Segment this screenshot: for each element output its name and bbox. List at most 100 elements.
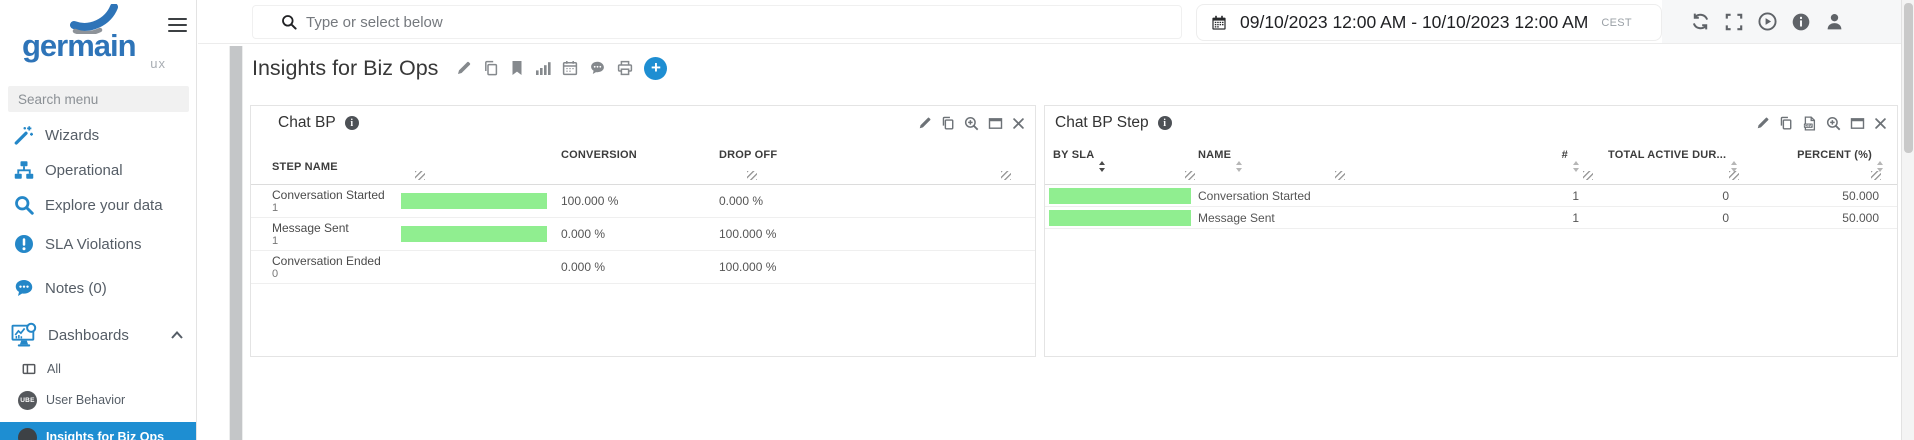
percent-value: 50.000: [1745, 189, 1897, 203]
print-icon[interactable]: [617, 60, 633, 76]
edit-pencil-icon[interactable]: [456, 60, 472, 76]
germain-logo[interactable]: germain ux: [16, 4, 168, 76]
bookmark-icon[interactable]: [510, 60, 524, 76]
zoom-in-icon[interactable]: [964, 116, 979, 131]
funnel-bar: [401, 193, 547, 209]
hamburger-menu-icon[interactable]: [168, 18, 187, 33]
refresh-icon[interactable]: [1691, 12, 1710, 31]
scrollbar-thumb[interactable]: [1904, 3, 1913, 153]
sidebar-item-operational[interactable]: Operational: [0, 155, 196, 185]
page-title-toolbar: +: [456, 57, 667, 80]
sidebar-item-sla-violations[interactable]: SLA Violations: [0, 229, 196, 259]
global-search[interactable]: [252, 5, 1182, 39]
play-circle-icon[interactable]: [1758, 12, 1777, 31]
column-header-conversion[interactable]: CONVERSION: [559, 149, 719, 184]
app-window: germain ux Wizards Operational Explore y…: [0, 0, 1914, 440]
conversion-value: 0.000 %: [559, 227, 719, 241]
search-icon: [281, 14, 297, 30]
info-circle-icon[interactable]: [1792, 13, 1810, 31]
page-title: Insights for Biz Ops: [252, 56, 438, 81]
total-active-dur-value: 0: [1595, 189, 1745, 203]
sidebar-item-dashboards-insights-active[interactable]: Insights for Biz Ops: [0, 422, 196, 440]
content-scrollbar[interactable]: [229, 46, 243, 440]
sort-icon: [1236, 149, 1242, 184]
sidebar-item-dashboards[interactable]: Dashboards: [0, 316, 196, 354]
close-icon[interactable]: [1012, 117, 1025, 130]
fullscreen-icon[interactable]: [1725, 13, 1743, 31]
sidebar-search[interactable]: [8, 86, 189, 112]
chevron-up-icon[interactable]: [170, 330, 184, 340]
svg-text:CSV: CSV: [1805, 123, 1813, 127]
csv-export-icon[interactable]: CSV: [1802, 116, 1817, 131]
close-icon[interactable]: [1874, 117, 1887, 130]
column-resize-handle[interactable]: [415, 171, 425, 180]
sidebar-item-notes[interactable]: Notes (0): [0, 273, 196, 303]
column-resize-handle[interactable]: [747, 171, 757, 180]
sidebar-item-label: Notes (0): [45, 280, 107, 297]
column-header-total-active-dur[interactable]: TOTAL ACTIVE DUR...: [1595, 149, 1745, 184]
column-resize-handle[interactable]: [1729, 171, 1739, 180]
column-resize-handle[interactable]: [1335, 171, 1345, 180]
sidebar-item-wizards[interactable]: Wizards: [0, 120, 196, 150]
percent-value: 50.000: [1745, 211, 1897, 225]
table-row[interactable]: Message Sent 1 0.000 % 100.000 %: [251, 218, 1035, 251]
info-icon[interactable]: i: [1158, 116, 1172, 130]
table-row[interactable]: Message Sent 1 0 50.000: [1045, 207, 1897, 229]
column-header-drop-off[interactable]: DROP OFF: [719, 149, 1035, 184]
page-scrollbar[interactable]: [1901, 0, 1914, 440]
table-row[interactable]: Conversation Started 1 100.000 % 0.000 %: [251, 185, 1035, 218]
calendar-icon[interactable]: [562, 60, 578, 76]
scrollbar-thumb[interactable]: [230, 46, 242, 440]
date-range-picker[interactable]: 09/10/2023 12:00 AM - 10/10/2023 12:00 A…: [1196, 4, 1662, 41]
table-header-row: STEP NAME CONVERSION DROP OFF: [251, 140, 1035, 185]
edit-pencil-icon[interactable]: [1756, 116, 1770, 130]
sidebar-item-label: Operational: [45, 162, 123, 179]
step-name: Conversation Started: [1193, 189, 1345, 203]
logo-text: germain: [22, 28, 136, 64]
table-row[interactable]: Conversation Started 1 0 50.000: [1045, 185, 1897, 207]
column-header-step-name[interactable]: STEP NAME: [251, 149, 401, 184]
column-resize-handle[interactable]: [1871, 171, 1881, 180]
bar-chart-icon[interactable]: [535, 60, 551, 76]
panel-header: Chat BP Step i CSV: [1045, 106, 1897, 140]
panel-chat-bp: Chat BP i STEP NAME CONVERSION DROP OFF …: [250, 105, 1036, 357]
maximize-icon[interactable]: [1850, 116, 1865, 131]
step-name: Conversation Ended: [272, 255, 401, 268]
sla-bar: [1049, 188, 1191, 204]
copy-icon[interactable]: [483, 60, 499, 76]
column-resize-handle[interactable]: [1185, 171, 1195, 180]
sidebar-search-input[interactable]: [18, 92, 189, 107]
copy-icon[interactable]: [941, 116, 955, 130]
column-header-by-sla[interactable]: BY SLA: [1045, 149, 1193, 184]
panel-toolbar: [918, 116, 1035, 131]
sidebar-item-dashboards-all[interactable]: All: [0, 358, 196, 380]
column-header-name[interactable]: NAME: [1193, 149, 1345, 184]
sidebar-item-label: Wizards: [45, 127, 99, 144]
edit-pencil-icon[interactable]: [918, 116, 932, 130]
table-row[interactable]: Conversation Ended 0 0.000 % 100.000 %: [251, 251, 1035, 284]
column-resize-handle[interactable]: [1583, 171, 1593, 180]
comment-icon[interactable]: [589, 60, 606, 76]
column-resize-handle[interactable]: [1001, 171, 1011, 180]
sidebar-item-label: All: [47, 362, 61, 376]
user-icon[interactable]: [1825, 12, 1844, 31]
calendar-icon: [1211, 15, 1227, 31]
copy-icon[interactable]: [1779, 116, 1793, 130]
date-range-value: 09/10/2023 12:00 AM - 10/10/2023 12:00 A…: [1240, 12, 1588, 33]
global-search-input[interactable]: [306, 14, 1181, 31]
sidebar-item-label: SLA Violations: [45, 236, 141, 253]
table-header-row: BY SLA NAME # TOTAL ACTIVE DUR... PERCEN…: [1045, 140, 1897, 185]
timezone-label: CEST: [1601, 17, 1632, 29]
sla-bar: [1049, 210, 1191, 226]
panel-toolbar: CSV: [1756, 116, 1897, 131]
add-icon[interactable]: +: [644, 57, 667, 80]
zoom-in-icon[interactable]: [1826, 116, 1841, 131]
maximize-icon[interactable]: [988, 116, 1003, 131]
info-icon[interactable]: i: [345, 116, 359, 130]
sidebar-item-dashboards-user-behavior[interactable]: UBE User Behavior: [0, 388, 196, 412]
sidebar-item-explore[interactable]: Explore your data: [0, 190, 196, 220]
logo-sub-text: ux: [150, 56, 166, 71]
column-header-count[interactable]: #: [1345, 149, 1595, 184]
funnel-bar: [401, 226, 547, 242]
step-name: Message Sent: [272, 222, 401, 235]
